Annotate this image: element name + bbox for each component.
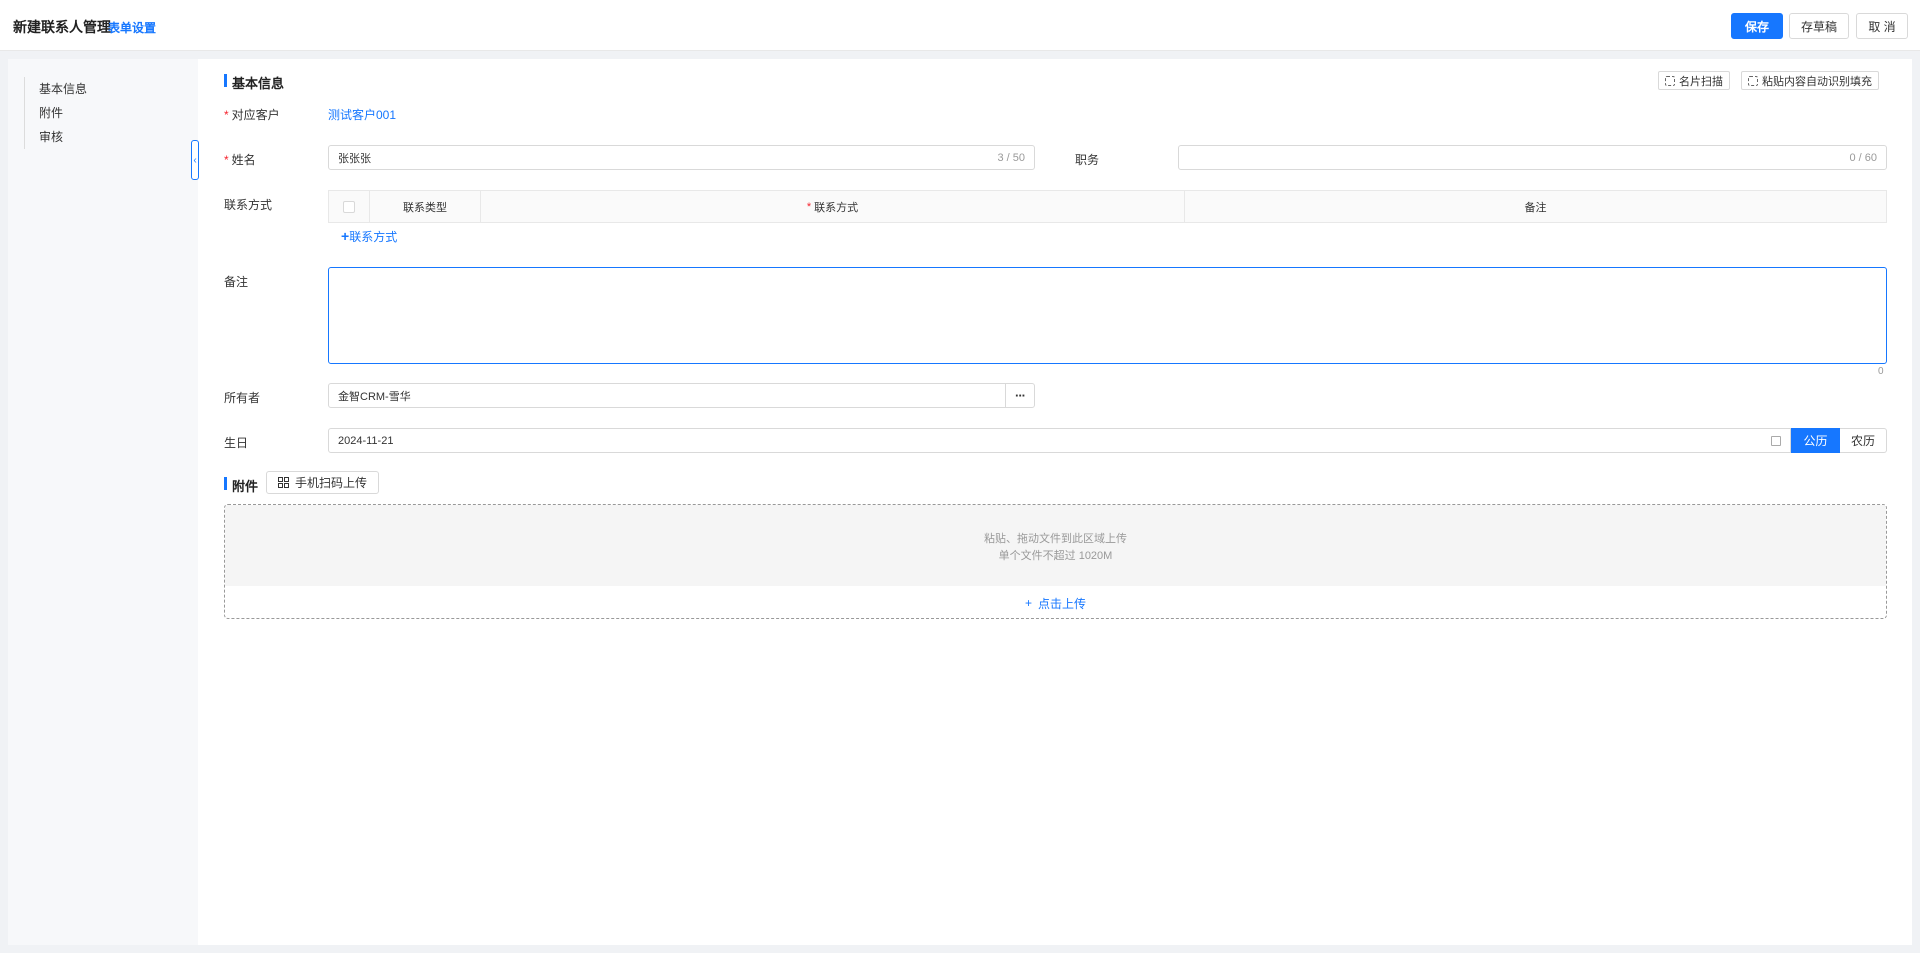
cancel-button[interactable]: 取 消 bbox=[1856, 13, 1908, 39]
drop-hint: 粘贴、拖动文件到此区域上传 bbox=[984, 532, 1127, 545]
select-all-cell bbox=[329, 191, 370, 222]
card-scan-button[interactable]: 名片扫描 bbox=[1658, 71, 1730, 90]
sidebar: 基本信息 附件 审核 bbox=[8, 59, 198, 945]
name-input[interactable]: 张张张 3 / 50 bbox=[328, 145, 1035, 170]
nav-item-attachments[interactable]: 附件 bbox=[25, 101, 87, 125]
column-header-remark: 备注 bbox=[1524, 201, 1547, 214]
click-upload-label: 点击上传 bbox=[1038, 596, 1087, 611]
scan-icon bbox=[1748, 75, 1758, 86]
more-icon[interactable]: ··· bbox=[1005, 384, 1034, 407]
customer-label-text: 对应客户 bbox=[231, 108, 280, 122]
contact-label: 联系方式 bbox=[224, 198, 273, 212]
add-contact-label: 联系方式 bbox=[349, 230, 398, 244]
column-header-type: 联系类型 bbox=[370, 191, 481, 222]
owner-label: 所有者 bbox=[224, 391, 261, 405]
qr-upload-button[interactable]: 手机扫码上传 bbox=[266, 471, 380, 494]
click-upload-button[interactable]: + 点击上传 bbox=[225, 586, 1886, 618]
remark-textarea[interactable] bbox=[328, 267, 1887, 364]
upload-dropzone[interactable]: 粘贴、拖动文件到此区域上传 单个文件不超过 1020M + 点击上传 bbox=[224, 504, 1887, 619]
paste-autofill-button[interactable]: 粘贴内容自动识别填充 bbox=[1741, 71, 1879, 90]
nav-item-review[interactable]: 审核 bbox=[25, 125, 87, 149]
page-title: 新建联系人管理 bbox=[13, 19, 111, 35]
position-char-count: 0 / 60 bbox=[1849, 151, 1877, 164]
add-contact-button[interactable]: +联系方式 bbox=[341, 228, 397, 245]
qr-upload-label: 手机扫码上传 bbox=[295, 476, 368, 490]
size-hint: 单个文件不超过 1020M bbox=[998, 549, 1113, 562]
solar-calendar-toggle[interactable]: 公历 bbox=[1791, 428, 1840, 453]
paste-autofill-label: 粘贴内容自动识别填充 bbox=[1762, 75, 1872, 88]
plus-icon: + bbox=[1024, 596, 1032, 610]
sidebar-collapse-handle[interactable]: ‹ bbox=[191, 140, 199, 180]
position-input[interactable]: 0 / 60 bbox=[1178, 145, 1887, 170]
form-settings-link[interactable]: 表单设置 bbox=[108, 19, 156, 36]
save-draft-button[interactable]: 存草稿 bbox=[1789, 13, 1849, 39]
anchor-nav: 基本信息 附件 审核 bbox=[24, 77, 87, 149]
name-label: * 姓名 bbox=[224, 151, 256, 168]
remark-char-count: 0 bbox=[1878, 366, 1884, 377]
nav-item-basic-info[interactable]: 基本信息 bbox=[25, 77, 87, 101]
qr-code-icon bbox=[278, 477, 289, 488]
card-scan-label: 名片扫描 bbox=[1679, 75, 1723, 88]
section-title-attachments: 附件 bbox=[224, 476, 258, 495]
lunar-calendar-toggle[interactable]: 农历 bbox=[1840, 428, 1887, 453]
name-char-count: 3 / 50 bbox=[997, 151, 1025, 164]
contact-table-header: 联系类型 * 联系方式 备注 bbox=[328, 190, 1887, 223]
section-title-basic-info: 基本信息 bbox=[224, 73, 284, 92]
owner-input[interactable]: 金智CRM-雪华 ··· bbox=[328, 383, 1035, 408]
column-header-method-text: 联系方式 bbox=[814, 201, 859, 214]
customer-label: * 对应客户 bbox=[224, 106, 280, 123]
plus-icon: + bbox=[341, 228, 350, 244]
customer-link[interactable]: 测试客户001 bbox=[328, 106, 396, 123]
remark-label: 备注 bbox=[224, 275, 249, 289]
calendar-icon bbox=[1771, 435, 1781, 446]
birthday-value: 2024-11-21 bbox=[338, 434, 394, 447]
name-input-value: 张张张 bbox=[338, 152, 371, 165]
save-button[interactable]: 保存 bbox=[1731, 13, 1783, 39]
birthday-label: 生日 bbox=[224, 436, 249, 450]
required-mark: * bbox=[224, 108, 229, 122]
select-all-checkbox[interactable] bbox=[343, 200, 355, 213]
birthday-date-picker[interactable]: 2024-11-21 bbox=[328, 428, 1791, 453]
position-label: 职务 bbox=[1075, 153, 1100, 167]
owner-value: 金智CRM-雪华 bbox=[338, 390, 411, 403]
chevron-left-icon: ‹ bbox=[193, 154, 197, 166]
top-header: 新建联系人管理 表单设置 保存 存草稿 取 消 bbox=[0, 0, 1920, 51]
required-mark: * bbox=[806, 200, 812, 213]
drop-area[interactable]: 粘贴、拖动文件到此区域上传 单个文件不超过 1020M bbox=[225, 505, 1886, 586]
scan-icon bbox=[1665, 75, 1675, 86]
required-mark: * bbox=[224, 153, 229, 167]
name-label-text: 姓名 bbox=[231, 153, 256, 167]
column-header-method: * 联系方式 bbox=[481, 191, 1185, 222]
